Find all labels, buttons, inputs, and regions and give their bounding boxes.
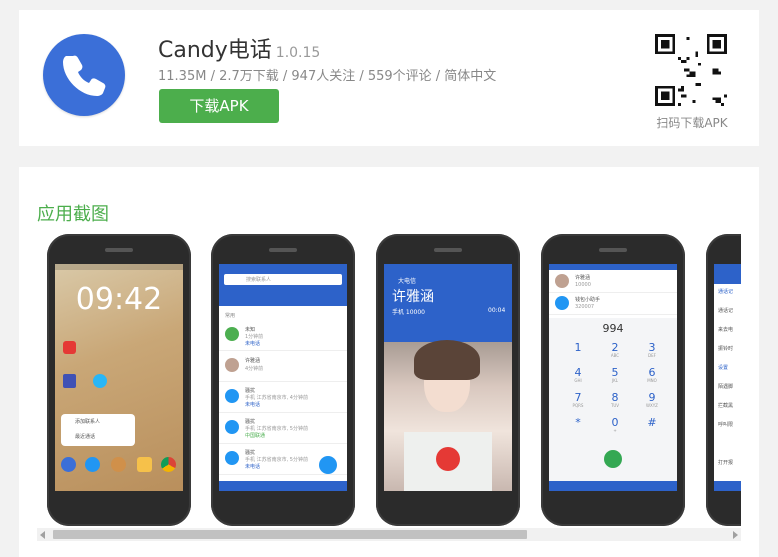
dialpad-key: 6 MNO <box>647 366 657 383</box>
screenshots-card: 应用截图 09:42 添加联系人 最近通话 搜索联系人 常用 未知 1分钟前 未… <box>19 167 759 557</box>
screenshot-in-call[interactable]: 大电信 许雅涵 手机 10000 00:04 <box>376 234 520 526</box>
dialed-number: 994 <box>602 322 624 335</box>
screenshot-contacts[interactable]: 搜索联系人 常用 未知 1分钟前 未电话 许雅涵 4分钟前 骚扰 手机 江苏省南京市, … <box>211 234 355 526</box>
dialpad-key: 2 ABC <box>610 341 620 358</box>
dialpad-key: 9 WXYZ <box>646 391 658 408</box>
app-shortcut-label: 最近通话 <box>75 434 96 440</box>
screenshot-dialpad[interactable]: 许雅涵 10000 钱包小助手 320007 994 1 2 ABC 3 DEF 4 GHI 5 J… <box>541 234 685 526</box>
section-title: 应用截图 <box>37 204 109 225</box>
qr-label: 扫码下载APK <box>656 116 728 130</box>
app-meta: 11.35M / 2.7万下载 / 947人关注 / 559个评论 / 简体中文 <box>158 69 497 84</box>
dialpad-key: # <box>647 416 657 429</box>
contact-name: 未知 <box>245 327 256 333</box>
clock-text: 09:42 <box>75 282 163 317</box>
screenshot-home[interactable]: 09:42 添加联系人 最近通话 <box>47 234 191 526</box>
contact-name: 骚扰 <box>245 419 256 425</box>
app-icon <box>43 34 125 116</box>
search-placeholder: 搜索联系人 <box>246 277 272 283</box>
download-apk-button[interactable]: 下载APK <box>159 89 279 123</box>
dialpad-key: 0 + <box>611 416 619 433</box>
settings-item: 设置 <box>718 365 729 371</box>
scrollbar-thumb[interactable] <box>53 530 527 539</box>
app-name: Candy电话 <box>158 38 272 63</box>
contact-name: 许雅涵 <box>245 358 261 364</box>
app-info-card: Candy电话 1.0.15 11.35M / 2.7万下载 / 947人关注 /… <box>19 10 759 146</box>
settings-item: 来去电 <box>718 327 734 333</box>
settings-item: 陌遇脚 <box>718 384 734 390</box>
qr-code-icon[interactable] <box>655 34 727 106</box>
dialpad-key: 5 JKL <box>611 366 619 383</box>
dialpad-key: 8 TUV <box>610 391 620 408</box>
carrier-label: 大电信 <box>398 278 417 285</box>
app-shortcut-label: 添加联系人 <box>75 419 101 425</box>
screenshot-gallery[interactable]: 09:42 添加联系人 最近通话 搜索联系人 常用 未知 1分钟前 未电话 许雅… <box>37 232 741 532</box>
dialpad-key: * <box>575 416 581 429</box>
phone-icon <box>63 55 106 96</box>
dialpad-key: 3 DEF <box>648 341 656 358</box>
dialpad-key: 7 PQRS <box>572 391 584 408</box>
settings-item: 拦截黑 <box>718 403 734 409</box>
settings-item: 通话记 <box>718 308 734 314</box>
app-title: Candy电话 1.0.15 <box>158 32 320 64</box>
scroll-left-icon[interactable] <box>40 531 45 539</box>
contact-name: 骚扰 <box>245 388 256 394</box>
app-version: 1.0.15 <box>275 45 321 61</box>
screenshot-settings[interactable]: 通话记 通话记 来去电 振铃时 设置 陌遇脚 拦截黑 呼叫限 打开报 <box>706 234 741 526</box>
dialpad-key: 4 GHI <box>574 366 582 383</box>
settings-item: 打开报 <box>718 460 734 466</box>
dialpad-key: 1 <box>574 341 582 354</box>
gallery-scrollbar[interactable] <box>37 528 741 541</box>
contact-name: 骚扰 <box>245 450 256 456</box>
settings-item: 呼叫限 <box>718 422 734 428</box>
settings-item: 振铃时 <box>718 346 734 352</box>
scroll-right-icon[interactable] <box>733 531 738 539</box>
section-label: 常用 <box>225 313 236 319</box>
caller-name: 许雅涵 <box>392 289 434 305</box>
settings-item: 通话记 <box>718 289 734 295</box>
